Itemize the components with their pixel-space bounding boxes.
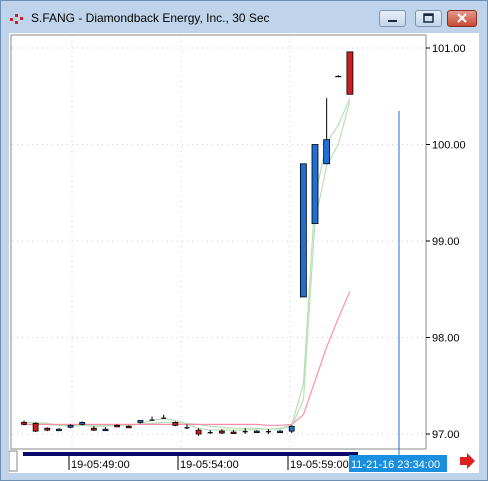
candle-body (90, 427, 97, 431)
candle-body (299, 163, 307, 298)
chart-window: S.FANG - Diamondback Energy, Inc., 30 Se… (0, 0, 488, 481)
time-strip (23, 452, 358, 456)
title-bar[interactable]: S.FANG - Diamondback Energy, Inc., 30 Se… (1, 1, 487, 33)
chart-app-icon (10, 14, 23, 24)
candle-body (32, 422, 39, 432)
candle-body (102, 428, 109, 432)
candle-body (288, 425, 295, 432)
candle-body (149, 419, 155, 421)
candle-body (79, 422, 86, 425)
candle-body (207, 432, 213, 434)
time-axis: 19-05:49:00 19-05:54:00 19-05:59:00 (68, 456, 349, 471)
arrow-right-icon[interactable] (460, 453, 475, 469)
candle-body (335, 75, 342, 78)
candle-body (21, 422, 27, 425)
scroll-box[interactable] (9, 450, 18, 472)
candle-body (114, 424, 121, 428)
close-button[interactable] (447, 10, 477, 27)
price-tick-label: 97.00 (432, 429, 460, 441)
minimize-icon (388, 20, 397, 22)
close-icon (457, 13, 467, 23)
minimize-button[interactable] (379, 10, 406, 27)
candle-body (230, 431, 237, 434)
time-tick-label: 19-05:49:00 (71, 459, 130, 471)
price-tick-label: 98.00 (432, 333, 460, 345)
candle-body (311, 144, 319, 225)
plot-frame (10, 34, 427, 450)
maximize-button[interactable] (415, 10, 442, 27)
candle-body (161, 417, 167, 419)
price-axis: 101.00 100.00 99.00 98.00 97.00 (426, 43, 466, 441)
candle-body (137, 420, 144, 423)
time-tick-label: 19-05:59:00 (290, 459, 349, 471)
candle-body (56, 428, 62, 432)
candle-body (242, 431, 248, 433)
candle-body (323, 139, 331, 165)
candle-body (346, 51, 354, 95)
maximize-icon (423, 13, 434, 23)
time-tick-label: 19-05:54:00 (180, 459, 239, 471)
price-chart[interactable]: 101.00100.0099.0098.0097.00 19-05:49:00 1… (9, 33, 479, 473)
window-title: S.FANG - Diamondback Energy, Inc., 30 Se… (31, 11, 270, 25)
chart-client-area: 101.00 100.00 99.00 98.00 97.00 19-05:49:00 1… (9, 33, 479, 473)
candle-body (44, 427, 51, 431)
candle-body (218, 430, 225, 434)
candle-body (184, 427, 190, 429)
candle-body (125, 425, 132, 429)
price-tick-label: 99.00 (432, 236, 460, 248)
candle-body (253, 430, 260, 434)
candle-body (265, 431, 271, 433)
candle-body (67, 424, 74, 428)
candle-body (195, 429, 202, 435)
candle-body (172, 422, 179, 426)
candle-body (277, 430, 283, 434)
cursor-time-label: 11-21-16 23:34:00 (351, 459, 440, 471)
price-tick-label: 100.00 (432, 140, 466, 152)
price-tick-label: 101.00 (432, 43, 466, 55)
